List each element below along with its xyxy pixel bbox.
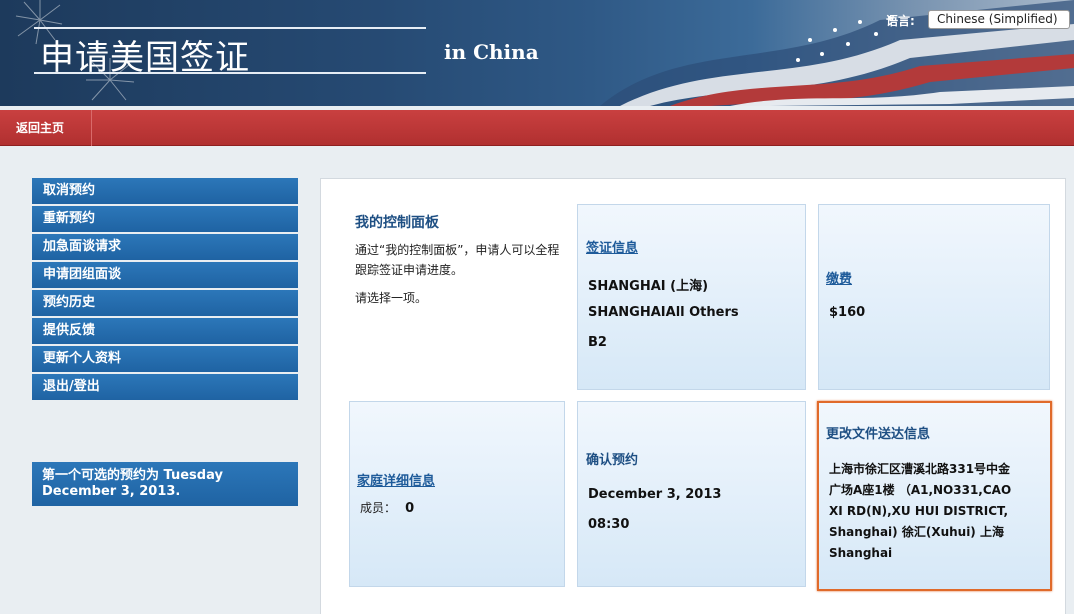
sidebar-item-update-profile[interactable]: 更新个人资料 — [32, 346, 298, 372]
dashboard-prompt: 请选择一项。 — [355, 291, 428, 305]
delivery-address-line: 上海市徐汇区漕溪北路331号中金 — [829, 462, 1011, 476]
language-select[interactable]: Chinese (Simplified) — [928, 10, 1070, 29]
appointment-date: December 3, 2013 — [588, 487, 722, 502]
sidebar-item-logout[interactable]: 退出/登出 — [32, 374, 298, 400]
dashboard-intro: 我的控制面板 通过“我的控制面板”，申请人可以全程跟踪签证申请进度。 请选择一项… — [355, 212, 565, 316]
sidebar-item-reschedule[interactable]: 重新预约 — [32, 206, 298, 232]
appointment-time: 08:30 — [588, 517, 630, 532]
family-details-card: 家庭详细信息 成员： 0 — [349, 401, 565, 587]
family-members: 成员： 0 — [360, 497, 414, 516]
sidebar-item-expedite-request[interactable]: 加急面谈请求 — [32, 234, 298, 260]
visa-class: B2 — [588, 335, 607, 350]
next-available-appointment: 第一个可选的预约为 Tuesday December 3, 2013. — [32, 462, 298, 506]
delivery-address-line: XI RD(N),XU HUI DISTRICT, — [829, 504, 1009, 518]
visa-post: SHANGHAI (上海) — [588, 279, 709, 294]
nav-home-link[interactable]: 返回主页 — [0, 110, 92, 146]
site-header: 申请美国签证 in China 语言: Chinese (Simplified) — [0, 0, 1074, 106]
site-subtitle: in China — [444, 40, 539, 64]
title-rule-top — [34, 27, 426, 29]
sidebar-item-group-interview[interactable]: 申请团组面谈 — [32, 262, 298, 288]
visa-info-link[interactable]: 签证信息 — [586, 237, 638, 256]
document-delivery-card[interactable]: 更改文件送达信息 上海市徐汇区漕溪北路331号中金 广场A座1楼 （A1,NO3… — [817, 401, 1052, 591]
delivery-address-line: 广场A座1楼 （A1,NO331,CAO — [829, 483, 1012, 497]
document-delivery-heading[interactable]: 更改文件送达信息 — [826, 423, 930, 442]
payment-card: 缴费 $160 — [818, 204, 1050, 390]
title-rule-bottom — [34, 72, 426, 74]
family-details-link[interactable]: 家庭详细信息 — [357, 470, 435, 489]
family-members-count: 0 — [405, 501, 415, 516]
visa-info-card: 签证信息 SHANGHAI (上海) SHANGHAIAll Others B2 — [577, 204, 806, 390]
sidebar-item-feedback[interactable]: 提供反馈 — [32, 318, 298, 344]
sidebar-item-appointment-history[interactable]: 预约历史 — [32, 290, 298, 316]
next-appointment-line2: December 3, 2013. — [42, 484, 181, 499]
appointment-card: 确认预约 December 3, 2013 08:30 — [577, 401, 806, 587]
dashboard-title: 我的控制面板 — [355, 215, 439, 231]
next-appointment-line1: 第一个可选的预约为 Tuesday — [42, 468, 223, 483]
family-members-label: 成员： — [360, 501, 397, 515]
payment-amount: $160 — [829, 305, 866, 320]
confirm-appointment-heading[interactable]: 确认预约 — [586, 449, 638, 468]
delivery-address-line: Shanghai — [829, 546, 893, 560]
sidebar-item-cancel-appointment[interactable]: 取消预约 — [32, 178, 298, 204]
delivery-address-line: Shanghai) 徐汇(Xuhui) 上海 — [829, 525, 1004, 539]
language-label: 语言: — [886, 14, 915, 28]
dashboard-description: 通过“我的控制面板”，申请人可以全程跟踪签证申请进度。 — [355, 243, 560, 277]
payment-link[interactable]: 缴费 — [826, 268, 852, 287]
visa-category: SHANGHAIAll Others — [588, 305, 739, 320]
sidebar-menu: 取消预约 重新预约 加急面谈请求 申请团组面谈 预约历史 提供反馈 更新个人资料… — [32, 178, 298, 402]
main-navbar: 返回主页 — [0, 110, 1074, 146]
delivery-address: 上海市徐汇区漕溪北路331号中金 广场A座1楼 （A1,NO331,CAO XI… — [829, 459, 1011, 564]
